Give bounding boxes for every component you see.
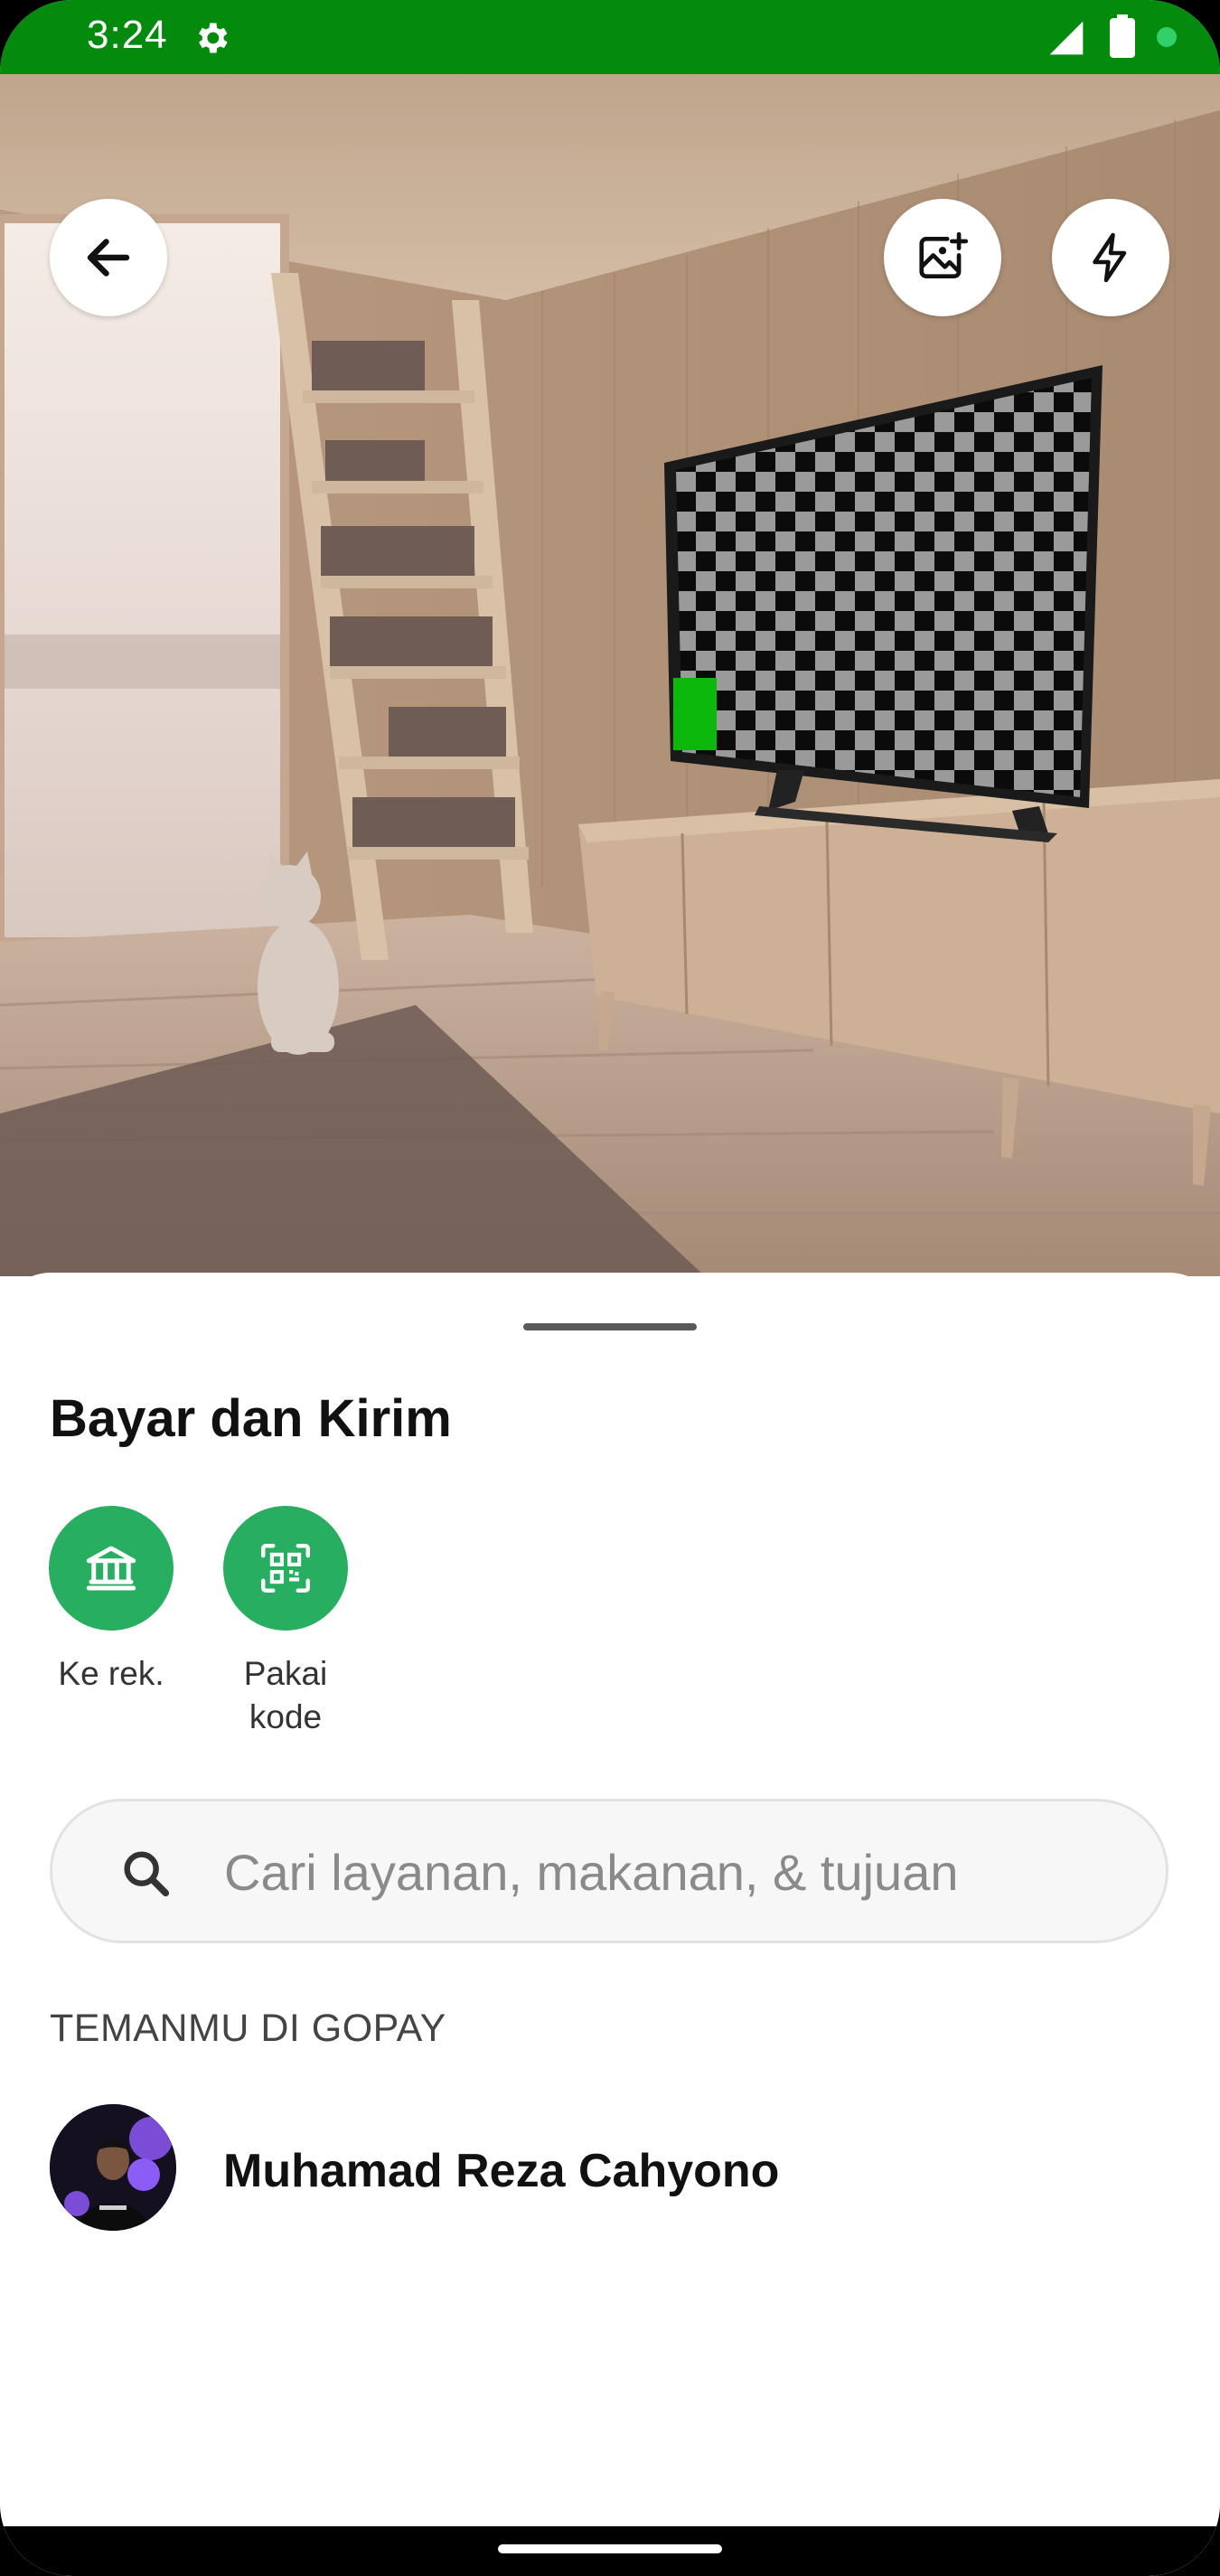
- contact-item[interactable]: Muhamad Reza Cahyono: [50, 2104, 1170, 2231]
- sheet-drag-handle[interactable]: [523, 1323, 697, 1330]
- status-bar: 3:24: [0, 0, 1220, 74]
- friends-section-label: TEMANMU DI GOPAY: [50, 2007, 446, 2050]
- search-input[interactable]: Cari layanan, makanan, & tujuan: [50, 1799, 1168, 1943]
- qr-code-icon: [261, 1544, 310, 1593]
- ke-rek-icon-circle[interactable]: [49, 1506, 174, 1631]
- ke-rek-action[interactable]: Ke rek.: [30, 1506, 192, 1696]
- navigation-bar: [0, 2526, 1220, 2576]
- sheet-title: Bayar dan Kirim: [50, 1389, 452, 1448]
- settings-gear-icon: [199, 23, 228, 53]
- pakai-kode-icon-circle[interactable]: [223, 1506, 348, 1631]
- flash-icon: [1093, 232, 1127, 283]
- bank-icon: [86, 1546, 136, 1591]
- camera-in-use-dot: [1157, 27, 1177, 47]
- camera-viewfinder[interactable]: [0, 74, 1220, 1276]
- avatar-image: [50, 2104, 176, 2231]
- search-icon: [124, 1851, 170, 1897]
- room-scene-image: [0, 74, 1220, 1276]
- image-add-icon: [919, 231, 969, 278]
- contact-name: Muhamad Reza Cahyono: [223, 2145, 780, 2197]
- pakai-kode-label-line: Pakai kode: [243, 1655, 328, 1735]
- avatar: [50, 2104, 176, 2231]
- back-button[interactable]: [50, 199, 167, 316]
- flash-toggle-button[interactable]: [1052, 199, 1169, 316]
- status-time: 3:24: [87, 13, 168, 57]
- pakai-kode-label: Pakai kode: [204, 1652, 367, 1739]
- battery-icon: [1110, 14, 1135, 58]
- bottom-sheet: Bayar dan Kirim Ke rek. Pakai kode Cari …: [0, 1273, 1220, 2576]
- arrow-left-icon: [87, 239, 130, 277]
- home-indicator[interactable]: [498, 2544, 722, 2553]
- phone-screen: 3:24 Bayar dan Kirim Ke rek. Pakai kode …: [0, 0, 1220, 2576]
- cell-signal-icon: [1049, 21, 1084, 55]
- gallery-button[interactable]: [884, 199, 1001, 316]
- search-placeholder: Cari layanan, makanan, & tujuan: [224, 1844, 959, 1901]
- ke-rek-label: Ke rek.: [58, 1655, 164, 1692]
- pakai-kode-action[interactable]: Pakai kode: [204, 1506, 367, 1739]
